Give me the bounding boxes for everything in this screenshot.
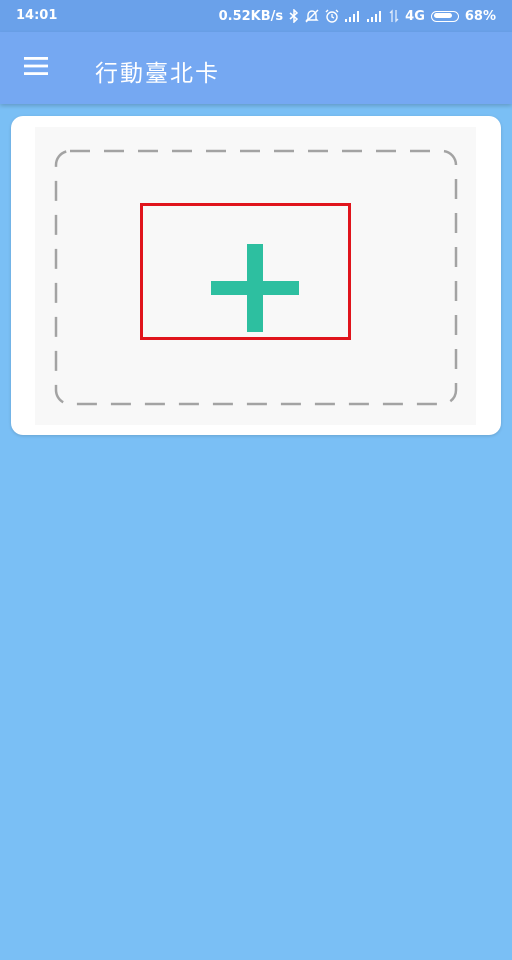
data-transfer-icon <box>389 8 399 24</box>
plus-icon[interactable] <box>211 244 299 336</box>
hamburger-menu-icon <box>24 57 48 79</box>
status-time: 14:01 <box>16 8 58 23</box>
add-card-panel <box>11 116 501 435</box>
status-bar: 14:01 0.52KB/s 4G 68% <box>0 0 512 32</box>
battery-icon <box>430 10 459 22</box>
bluetooth-icon <box>289 8 299 24</box>
status-icons: 0.52KB/s 4G 68% <box>219 7 496 25</box>
mute-icon <box>305 8 319 24</box>
signal-icon <box>367 8 383 24</box>
signal-icon <box>345 8 361 24</box>
battery-percent: 68% <box>464 8 496 24</box>
network-type: 4G <box>405 8 425 24</box>
app-bar: 行動臺北卡 <box>0 32 512 104</box>
add-card-button[interactable] <box>35 127 476 425</box>
page-title: 行動臺北卡 <box>95 61 220 87</box>
menu-button[interactable] <box>14 46 58 90</box>
network-speed: 0.52KB/s <box>218 8 284 24</box>
alarm-icon <box>325 8 339 24</box>
